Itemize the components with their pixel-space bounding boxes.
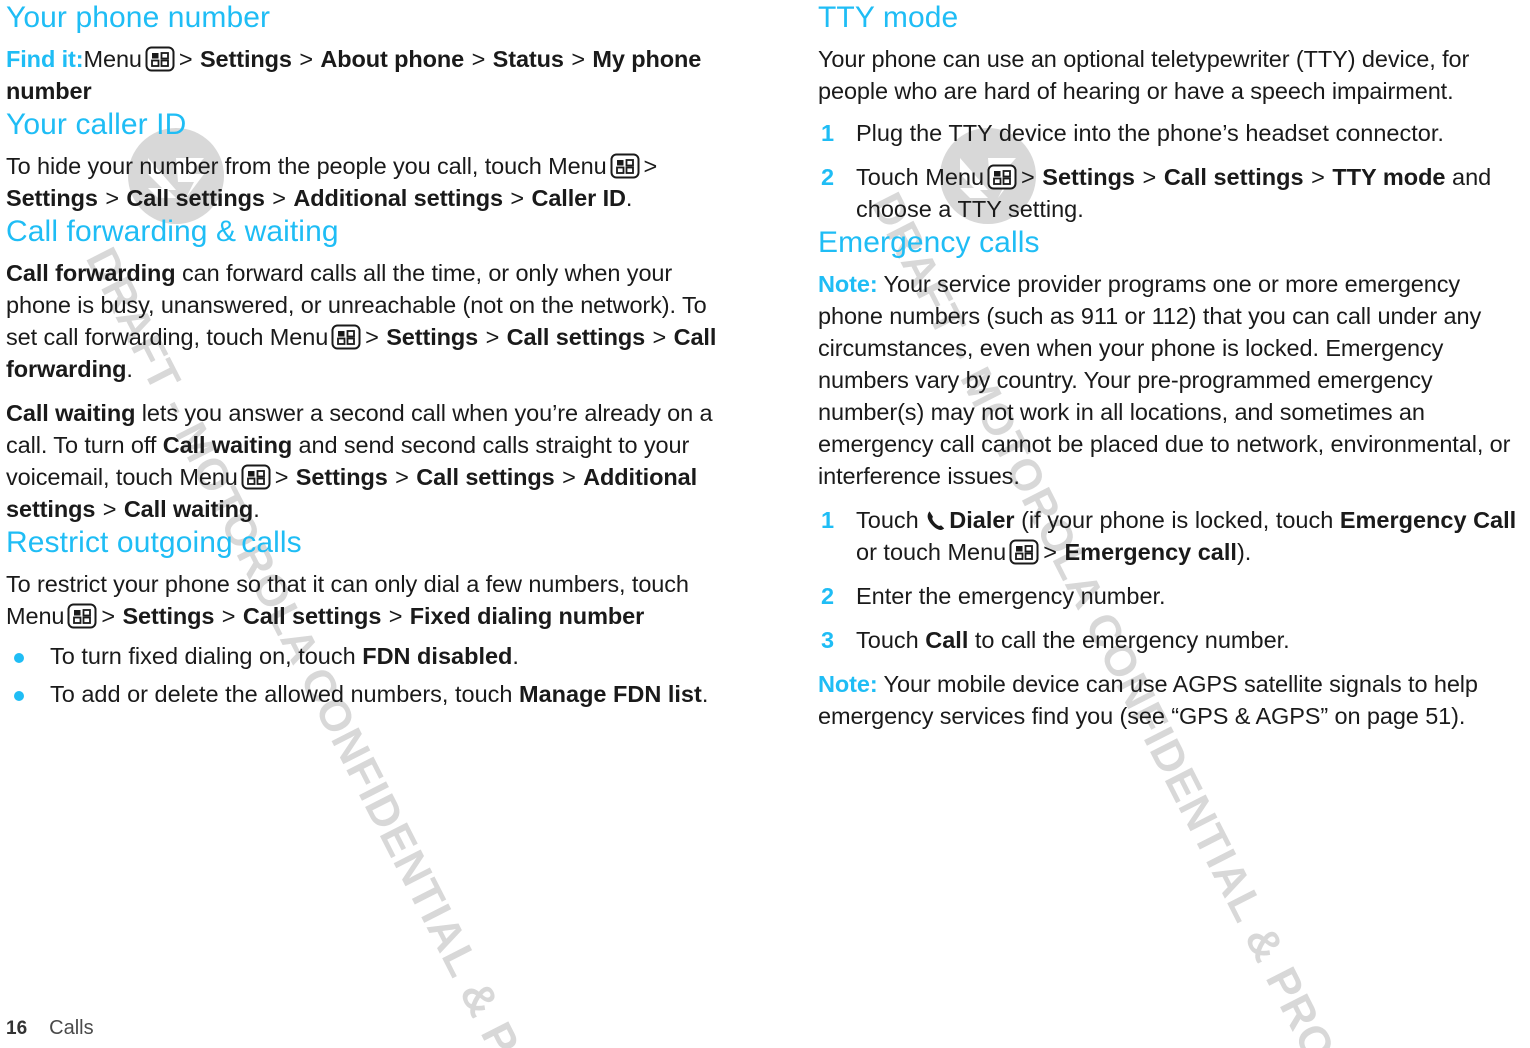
- step-text-pre: Touch: [856, 627, 926, 653]
- path-call-settings: Call settings: [126, 185, 265, 211]
- left-column: Your phone number Find it:Menu > Settings…: [6, 0, 718, 710]
- dialer-bold: Dialer: [949, 507, 1015, 533]
- path-emergency-call: Emergency call: [1064, 539, 1237, 565]
- step-number: 1: [821, 120, 835, 146]
- list-item: 1 Touch Dialer (if your phone is locked, …: [818, 504, 1530, 568]
- list-item: 3 Touch Call to call the emergency number…: [818, 624, 1530, 656]
- list-item: 2 Touch Menu > Settings > Call settings > …: [818, 161, 1530, 225]
- paragraph-emergency-note: Note: Your service provider programs one…: [818, 268, 1530, 492]
- step-text-pre: Touch Menu: [856, 164, 985, 190]
- note-label: Note:: [818, 671, 878, 697]
- bullet-bold-manage-fdn-list: Manage FDN list: [519, 681, 702, 707]
- paragraph-caller-id: To hide your number from the people you …: [6, 153, 658, 211]
- step-text-pre: Touch: [856, 507, 926, 533]
- heading-tty-mode: TTY mode: [818, 1, 959, 34]
- heading-restrict-outgoing-calls: Restrict outgoing calls: [6, 526, 302, 559]
- path-settings: Settings: [1042, 164, 1136, 190]
- menu-grid-icon: [987, 164, 1017, 190]
- path-separator: >: [1043, 539, 1057, 565]
- list-item: To turn fixed dialing on, touch FDN disa…: [6, 640, 718, 672]
- emergency-call-bold: Emergency Call: [1339, 507, 1517, 533]
- list-item: To add or delete the allowed numbers, to…: [6, 678, 718, 710]
- manual-page: Your phone number Find it:Menu > Settings…: [0, 0, 1530, 1048]
- tty-mode-step-list: 1 Plug the TTY device into the phone’s he…: [818, 117, 1530, 225]
- path-settings: Settings: [199, 46, 292, 72]
- step-mid: (if your phone is locked, touch: [1014, 507, 1340, 533]
- path-settings: Settings: [6, 185, 98, 211]
- paragraph-call-waiting: Call waiting lets you answer a second ca…: [6, 400, 713, 522]
- list-item: 1 Plug the TTY device into the phone’s he…: [818, 117, 1530, 149]
- path-call-settings: Call settings: [1163, 164, 1304, 190]
- call-waiting-bold-2: Call waiting: [162, 432, 293, 458]
- trailing-period: .: [253, 496, 260, 522]
- find-it-label: Find it:: [6, 46, 84, 72]
- page-number: 16: [6, 1018, 28, 1039]
- touch-menu-word: touch Menu: [484, 153, 607, 179]
- menu-grid-icon: [145, 46, 175, 72]
- path-caller-id: Caller ID: [531, 185, 626, 211]
- call-waiting-bold: Call waiting: [6, 400, 136, 426]
- step-number: 3: [821, 627, 835, 653]
- list-item: 2 Enter the emergency number.: [818, 580, 1530, 612]
- menu-word: Menu: [269, 324, 329, 350]
- path-settings: Settings: [295, 464, 388, 490]
- bullet-text-post: .: [512, 643, 519, 669]
- heading-emergency-calls: Emergency calls: [818, 226, 1040, 259]
- step-mid-2: or touch Menu: [856, 539, 1007, 565]
- note-text: Your service provider programs one or mo…: [818, 271, 1511, 489]
- paragraph-restrict-outgoing: To restrict your phone so that it can on…: [6, 571, 689, 629]
- step-text-post: to call the emergency number.: [968, 627, 1290, 653]
- path-about-phone: About phone: [320, 46, 465, 72]
- path-settings: Settings: [122, 603, 215, 629]
- call-bold: Call: [925, 627, 969, 653]
- path-status: Status: [492, 46, 564, 72]
- note-label: Note:: [818, 271, 878, 297]
- menu-word: Menu: [179, 464, 238, 490]
- paragraph-tty-intro: Your phone can use an optional teletypew…: [818, 46, 1470, 104]
- paragraph-call-forwarding: Call forwarding can forward calls all th…: [6, 260, 717, 382]
- bullet-text-pre: To turn fixed dialing on, touch: [50, 643, 363, 669]
- right-column: TTY mode Your phone can use an optional …: [818, 0, 1530, 732]
- step-text: Enter the emergency number.: [856, 583, 1166, 609]
- chapter-name: Calls: [49, 1017, 94, 1039]
- path-fixed-dialing-number: Fixed dialing number: [409, 603, 645, 629]
- heading-your-phone-number: Your phone number: [6, 1, 271, 34]
- heading-your-caller-id: Your caller ID: [6, 108, 187, 141]
- trailing-period: .: [126, 356, 133, 382]
- note-text: Your mobile device can use AGPS satellit…: [818, 671, 1478, 729]
- bullet-text-post: .: [701, 681, 709, 707]
- page-footer: 16 Calls: [6, 1017, 94, 1040]
- phone-handset-icon: [926, 510, 946, 532]
- call-forwarding-bold: Call forwarding: [6, 260, 176, 286]
- menu-grid-icon: [67, 603, 97, 629]
- restrict-outgoing-bullet-list: To turn fixed dialing on, touch FDN disa…: [6, 640, 718, 710]
- trailing-period: .: [625, 185, 633, 211]
- path-additional-settings: Additional settings: [293, 185, 503, 211]
- bullet-bold-fdn-disabled: FDN disabled: [362, 643, 513, 669]
- path-call-settings: Call settings: [416, 464, 555, 490]
- emergency-calls-step-list: 1 Touch Dialer (if your phone is locked, …: [818, 504, 1530, 656]
- menu-grid-icon: [331, 324, 361, 350]
- bullet-text-pre: To add or delete the allowed numbers, to…: [50, 681, 519, 707]
- heading-call-forwarding-waiting: Call forwarding & waiting: [6, 215, 339, 248]
- menu-grid-icon: [610, 153, 640, 179]
- step-number: 2: [821, 164, 835, 190]
- step-text-post: ).: [1236, 539, 1252, 565]
- path-tty-mode: TTY mode: [1332, 164, 1446, 190]
- path-call-waiting: Call waiting: [123, 496, 254, 522]
- paragraph-agps-note: Note: Your mobile device can use AGPS sa…: [818, 668, 1530, 732]
- menu-grid-icon: [1009, 539, 1039, 565]
- step-text: Plug the TTY device into the phone’s hea…: [856, 120, 1444, 146]
- paragraph-find-it-phone-number: Find it:Menu > Settings > About phone > S…: [6, 46, 702, 104]
- step-number: 1: [821, 507, 835, 533]
- path-call-settings: Call settings: [506, 324, 646, 350]
- menu-grid-icon: [241, 464, 271, 490]
- path-call-settings: Call settings: [242, 603, 382, 629]
- menu-word: Menu: [83, 46, 142, 72]
- path-settings: Settings: [386, 324, 479, 350]
- caller-id-lead: To hide your number from the people you …: [6, 153, 479, 179]
- step-number: 2: [821, 583, 835, 609]
